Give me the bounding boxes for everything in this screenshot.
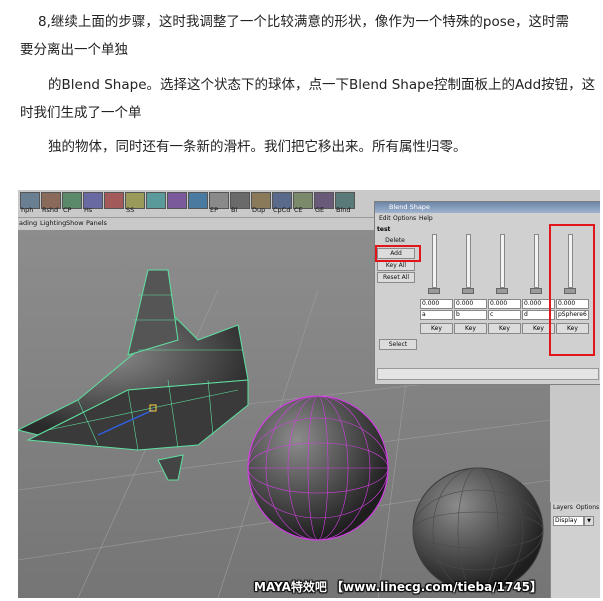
article-line-2: 要分离出一个单独: [20, 42, 128, 58]
slider-thumb[interactable]: [462, 288, 474, 294]
new-slider-highlight: [549, 224, 595, 356]
shelf-tool-label: GE: [315, 206, 325, 214]
menu-help[interactable]: Help: [419, 215, 433, 222]
slider-thumb[interactable]: [496, 288, 508, 294]
slider-track[interactable]: [534, 234, 539, 288]
slider-name-field[interactable]: a: [420, 310, 453, 320]
shelf-tool-icon[interactable]: [188, 192, 208, 209]
key-button[interactable]: Key: [420, 323, 453, 334]
tab-options[interactable]: Options: [576, 504, 599, 511]
shelf-tool-label: Bl: [231, 206, 238, 214]
shelf-tool-label: CP: [63, 206, 72, 214]
slider-value-field[interactable]: 0.000: [420, 299, 453, 309]
ship-mesh[interactable]: [18, 269, 249, 481]
shelf-tool-icon[interactable]: [146, 192, 166, 209]
slider-value-field[interactable]: 0.000: [488, 299, 521, 309]
shelf-tool-label: Dup: [252, 206, 266, 214]
delete-button[interactable]: Delete: [377, 236, 413, 245]
shelf-tool-label: Rshd: [42, 206, 59, 214]
shelf-tool-label: CpCd: [273, 206, 291, 214]
slider-track[interactable]: [432, 234, 437, 288]
slider-name-field[interactable]: b: [454, 310, 487, 320]
sphere-magenta[interactable]: [247, 395, 389, 541]
tab-layers[interactable]: Layers: [553, 504, 573, 511]
article-line-4: 时我们生成了一个单: [20, 105, 142, 121]
menu-edit[interactable]: Edit: [379, 215, 391, 222]
shelf-tool-icon[interactable]: [167, 192, 187, 209]
slider-value-field[interactable]: 0.000: [454, 299, 487, 309]
article-line-3: 的Blend Shape。选择这个状态下的球体，点一下Blend Shape控制…: [48, 77, 596, 93]
blend-shape-titlebar[interactable]: Blend Shape: [375, 202, 600, 213]
shelf-tool-label: Blnd: [336, 206, 351, 214]
key-button[interactable]: Key: [454, 323, 487, 334]
display-dropdown[interactable]: Display: [553, 516, 584, 526]
shelf-tool-label: hph: [21, 206, 34, 214]
shelf-tool-label: SS: [126, 206, 135, 214]
menu-lighting[interactable]: Lighting: [40, 219, 66, 227]
blend-slider: 0.000 c Key: [487, 226, 521, 346]
reset-all-button[interactable]: Reset All: [377, 272, 415, 283]
slider-thumb[interactable]: [530, 288, 542, 294]
blend-slider: 0.000 a Key: [419, 226, 453, 346]
shelf-tool-label: CE: [294, 206, 303, 214]
add-highlight: [375, 245, 421, 262]
blend-node-name: test: [377, 226, 391, 233]
menu-shading[interactable]: ading: [19, 219, 37, 227]
slider-thumb[interactable]: [428, 288, 440, 294]
menu-options[interactable]: Options: [393, 215, 416, 222]
blend-slider: 0.000 b Key: [453, 226, 487, 346]
menu-panels[interactable]: Panels: [86, 219, 107, 227]
shelf-tool-icon[interactable]: [104, 192, 124, 209]
menu-show[interactable]: Show: [66, 219, 84, 227]
chevron-down-icon[interactable]: ▼: [584, 516, 594, 526]
blend-shape-scrollbar[interactable]: [377, 368, 599, 380]
viewport-menu: ading Lighting Show Panels: [18, 218, 380, 230]
slider-track[interactable]: [500, 234, 505, 288]
article-line-1: 8,继续上面的步骤，这时我调整了一个比较满意的形状，像作为一个特殊的pose，这…: [38, 14, 570, 30]
maya-screenshot: hph Rshd CP Hs SS EP Bl Dup CpCd CE GE Blnd ading L…: [18, 190, 600, 598]
slider-name-field[interactable]: c: [488, 310, 521, 320]
blend-shape-title: Blend Shape: [389, 203, 430, 211]
shelf-tool-label: Hs: [84, 206, 93, 214]
shelf-tool-label: EP: [210, 206, 219, 214]
key-button[interactable]: Key: [488, 323, 521, 334]
blend-shape-window: Blend Shape Edit Options Help test Delet…: [374, 201, 600, 385]
sphere-dark[interactable]: [412, 467, 544, 593]
slider-track[interactable]: [466, 234, 471, 288]
article-line-5: 独的物体，同时还有一条新的滑杆。我们把它移出来。所有属性归零。: [48, 139, 467, 155]
watermark: MAYA特效吧 【www.linecg.com/tieba/1745】: [254, 580, 543, 594]
layers-panel: Layers Options Display ▼: [550, 502, 600, 598]
blend-shape-menubar: Edit Options Help: [375, 214, 600, 224]
select-button[interactable]: Select: [379, 339, 417, 350]
